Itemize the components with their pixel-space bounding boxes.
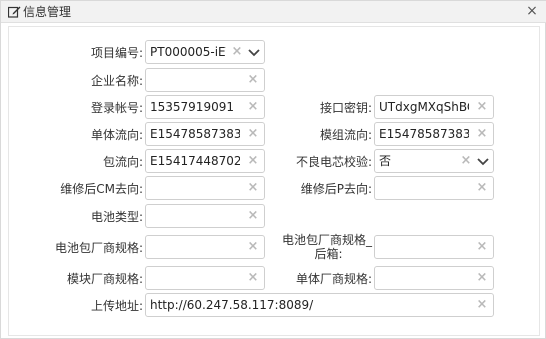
- upload-url-value: http://60.247.58.117:8089/: [150, 298, 314, 312]
- login-account-label: 登录帐号:: [90, 101, 143, 115]
- clear-icon[interactable]: ×: [475, 298, 489, 312]
- form-panel: 项目编号: PT000005-iE\ × 企业名称: × 登录帐号: 15357…: [8, 26, 540, 336]
- clear-icon[interactable]: ×: [475, 100, 489, 114]
- title-bar[interactable]: 信息管理 ×: [1, 1, 546, 23]
- login-account-value: 15357919091: [150, 100, 234, 114]
- bad-cell-check-value: 否: [379, 154, 392, 168]
- clear-icon[interactable]: ×: [246, 100, 260, 114]
- module-spec-input[interactable]: ×: [145, 266, 265, 290]
- clear-icon[interactable]: ×: [246, 127, 260, 141]
- pack-flow-value: E1541744870293: [150, 154, 240, 168]
- clear-icon[interactable]: ×: [475, 127, 489, 141]
- upload-url-label: 上传地址:: [90, 299, 143, 313]
- cell-flow-input[interactable]: E1547858738334 ×: [145, 122, 265, 146]
- dialog-window: 信息管理 × 项目编号: PT000005-iE\ × 企业名称: × 登录帐号…: [0, 0, 546, 339]
- bad-cell-check-select[interactable]: 否 ×: [374, 149, 494, 173]
- pack-flow-label: 包流向:: [102, 155, 143, 169]
- api-key-label: 接口密钥:: [319, 101, 372, 115]
- chevron-down-icon[interactable]: [246, 44, 262, 60]
- cell-spec-label: 单体厂商规格:: [295, 272, 372, 286]
- clear-icon[interactable]: ×: [246, 271, 260, 285]
- clear-icon[interactable]: ×: [230, 45, 244, 59]
- chevron-down-icon[interactable]: [475, 153, 491, 169]
- repair-p-to-label: 维修后P去向:: [300, 182, 372, 196]
- cell-spec-input[interactable]: ×: [374, 266, 494, 290]
- pack-spec-box-input[interactable]: ×: [374, 235, 494, 259]
- edit-icon: [8, 6, 21, 18]
- clear-icon[interactable]: ×: [246, 209, 260, 223]
- battery-type-input[interactable]: ×: [145, 204, 265, 228]
- company-label: 企业名称:: [90, 74, 143, 88]
- pack-spec-box-label-line2: 后箱:: [314, 247, 343, 261]
- battery-type-label: 电池类型:: [90, 210, 143, 224]
- module-flow-input[interactable]: E1547858738334 ×: [374, 122, 494, 146]
- pack-spec-input[interactable]: ×: [145, 235, 265, 259]
- repair-p-to-input[interactable]: ×: [374, 176, 494, 200]
- clear-icon[interactable]: ×: [246, 73, 260, 87]
- repair-cm-to-input[interactable]: ×: [145, 176, 265, 200]
- clear-icon[interactable]: ×: [246, 154, 260, 168]
- pack-spec-box-label-line1: 电池包厂商规格_: [281, 233, 372, 247]
- upload-url-input[interactable]: http://60.247.58.117:8089/ ×: [145, 293, 494, 317]
- clear-icon[interactable]: ×: [475, 240, 489, 254]
- module-flow-value: E1547858738334: [379, 127, 469, 141]
- project-no-label: 项目编号:: [90, 46, 143, 60]
- repair-cm-to-label: 维修后CM去向:: [60, 182, 143, 196]
- module-flow-label: 模组流向:: [319, 128, 372, 142]
- clear-icon[interactable]: ×: [475, 181, 489, 195]
- project-no-value: PT000005-iE\: [150, 45, 226, 59]
- pack-flow-input[interactable]: E1541744870293 ×: [145, 149, 265, 173]
- api-key-input[interactable]: UTdxgMXqShBO ×: [374, 95, 494, 119]
- clear-icon[interactable]: ×: [246, 181, 260, 195]
- login-account-input[interactable]: 15357919091 ×: [145, 95, 265, 119]
- clear-icon[interactable]: ×: [246, 240, 260, 254]
- clear-icon[interactable]: ×: [459, 154, 473, 168]
- window-title: 信息管理: [23, 5, 72, 19]
- api-key-value: UTdxgMXqShBO: [379, 100, 469, 114]
- clear-icon[interactable]: ×: [475, 271, 489, 285]
- module-spec-label: 模块厂商规格:: [66, 272, 143, 286]
- close-button[interactable]: ×: [525, 3, 539, 19]
- pack-spec-label: 电池包厂商规格:: [54, 241, 143, 255]
- cell-flow-label: 单体流向:: [90, 128, 143, 142]
- company-input[interactable]: ×: [145, 68, 265, 92]
- bad-cell-check-label: 不良电芯校验:: [295, 155, 372, 169]
- cell-flow-value: E1547858738334: [150, 127, 240, 141]
- project-no-select[interactable]: PT000005-iE\ ×: [145, 40, 265, 64]
